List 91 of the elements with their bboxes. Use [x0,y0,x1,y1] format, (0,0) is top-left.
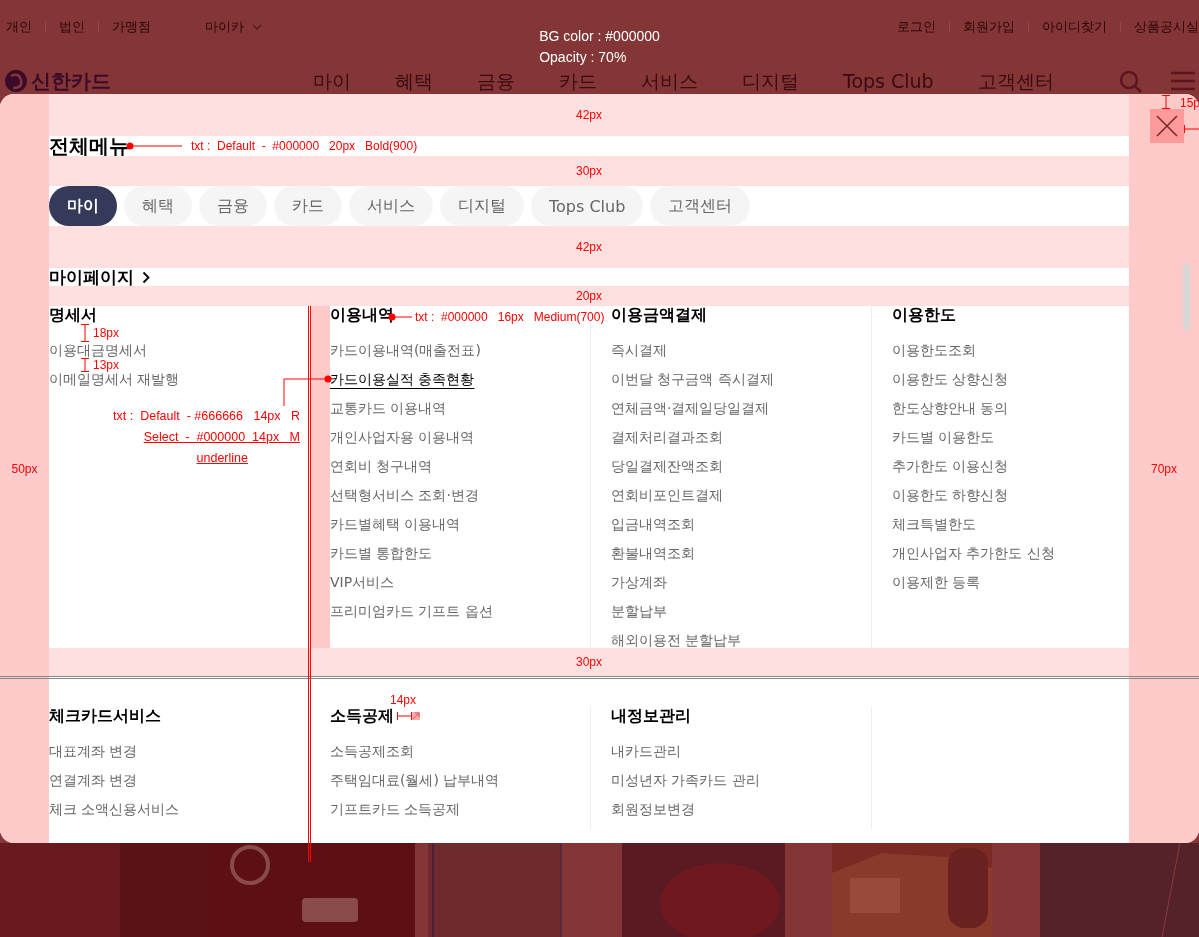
menu-title: 전체메뉴 [49,136,129,156]
spacing-band: 20px [49,286,1129,306]
menu-link[interactable]: 미성년자 가족카드 관리 [611,772,760,788]
menu-link[interactable]: 한도상향안내 동의 [892,400,1009,416]
chevron-down-icon [252,24,262,30]
dimension-marker [1161,95,1171,109]
scrollbar-thumb[interactable] [1183,263,1190,330]
menu-link[interactable]: 이번달 청구금액 즉시결제 [611,371,774,387]
category-tab[interactable]: 디지털 [440,186,524,226]
menu-link[interactable]: 대표계좌 변경 [49,743,138,759]
menu-link[interactable]: 카드이용실적 충족현황 [330,371,475,387]
menu-link[interactable]: 기프트카드 소득공제 [330,801,461,817]
menu-link[interactable]: 결제처리결과조회 [611,429,723,445]
menu-link[interactable]: 분할납부 [611,603,667,619]
dimension-marker [397,712,412,720]
menu-link[interactable]: 연체금액·결제일당일결제 [611,400,770,416]
spec-note: Select - #000000 14px M [143,429,300,446]
menu-link[interactable]: 카드이용내역(매출전표) [330,342,481,358]
menu-link[interactable]: 이용한도 하향신청 [892,487,1009,503]
chevron-right-icon [142,270,150,284]
menu-link[interactable]: 카드별 통합한도 [330,545,433,561]
menu-link[interactable]: 체크특별한도 [892,516,976,532]
category-tab[interactable]: 서비스 [349,186,433,226]
category-tab[interactable]: 카드 [274,186,342,226]
menu-link[interactable]: 선택형서비스 조회·변경 [330,487,479,503]
menu-link[interactable]: 해외이용전 분할납부 [611,632,742,648]
logo-icon [5,70,27,92]
menu-heading: 체크카드서비스 [49,707,161,725]
menu-link[interactable]: 교통카드 이용내역 [330,400,447,416]
spacing-band: 42px [49,226,1129,268]
spec-note: 13px [93,358,120,372]
dimension-marker [1184,124,1199,134]
menu-link[interactable]: 연회비 청구내역 [330,458,433,474]
menu-heading: 내정보관리 [611,707,691,725]
menu-heading: 명세서 [49,306,97,324]
leader-line [282,375,332,407]
menu-link[interactable]: 추가한도 이용신청 [892,458,1009,474]
menu-link[interactable]: 연회비포인트결제 [611,487,723,503]
menu-link[interactable]: 체크 소액신용서비스 [49,801,180,817]
close-icon [1156,115,1178,137]
menu-link[interactable]: 프리미엄카드 기프트 옵션 [330,603,493,619]
menu-link[interactable]: 당일결제잔액조회 [611,458,723,474]
margin-band: 50px [0,94,49,843]
spec-note: txt : #000000 16px Medium(700) [415,310,605,324]
spec-note: BG color : #000000 [539,27,660,46]
menu-link[interactable]: 이용대금명세서 [49,342,147,358]
menu-link[interactable]: VIP서비스 [330,574,395,590]
spec-note: 15p [1180,96,1199,110]
search-icon [1119,70,1143,94]
menu-heading: 이용내역 [330,306,394,324]
menu-link[interactable]: 입금내역조회 [611,516,695,532]
menu-link[interactable]: 연결계좌 변경 [49,772,138,788]
spacing-band: 42px [49,94,1129,136]
menu-link[interactable]: 환불내역조회 [611,545,695,561]
category-tab[interactable]: 고객센터 [650,186,751,226]
menu-link[interactable]: 소득공제조회 [330,743,414,759]
spacing-band: 30px [49,648,1129,676]
spec-note: Opacity : 70% [539,48,628,67]
category-tab[interactable]: 금융 [199,186,267,226]
menu-link[interactable]: 개인사업자 추가한도 신청 [892,545,1055,561]
menu-link[interactable]: 개인사업자용 이용내역 [330,429,475,445]
menu-link[interactable]: 즉시결제 [611,342,667,358]
menu-link[interactable]: 가상계좌 [611,574,667,590]
menu-link[interactable]: 카드별혜택 이용내역 [330,516,461,532]
menu-link[interactable]: 주택임대료(월세) 납부내역 [330,772,500,788]
dimension-marker [80,324,90,342]
menu-heading: 이용한도 [892,306,956,324]
section-link[interactable]: 마이페이지 [49,268,150,286]
category-tab[interactable]: Tops Club [531,186,644,226]
diagonal-arrow-icon [412,712,420,720]
leader-line [126,142,184,150]
menu-link[interactable]: 회원정보변경 [611,801,695,817]
menu-link[interactable]: 카드별 이용한도 [892,429,995,445]
spec-note: 18px [93,326,120,340]
close-button[interactable] [1150,109,1184,143]
dimension-marker [80,358,90,372]
category-tab[interactable]: 마이 [49,186,117,226]
menu-heading: 소득공제 [330,707,394,725]
menu-icon [1171,70,1195,92]
spec-note: underline [196,450,248,467]
menu-link[interactable]: 이용한도조회 [892,342,976,358]
spacing-band: 30px [49,156,1129,186]
spec-note: txt : Default - #666666 14px R [113,408,300,425]
spec-note: txt : Default - #000000 20px Bold(900) [191,139,418,153]
menu-link[interactable]: 이용제한 등록 [892,574,981,590]
category-tab[interactable]: 혜택 [124,186,192,226]
menu-link[interactable]: 이용한도 상향신청 [892,371,1009,387]
menu-link[interactable]: 이메일명세서 재발행 [49,371,180,387]
menu-link[interactable]: 내카드관리 [611,743,681,759]
menu-heading: 이용금액결제 [611,306,707,324]
spec-note: 14px [390,693,417,707]
